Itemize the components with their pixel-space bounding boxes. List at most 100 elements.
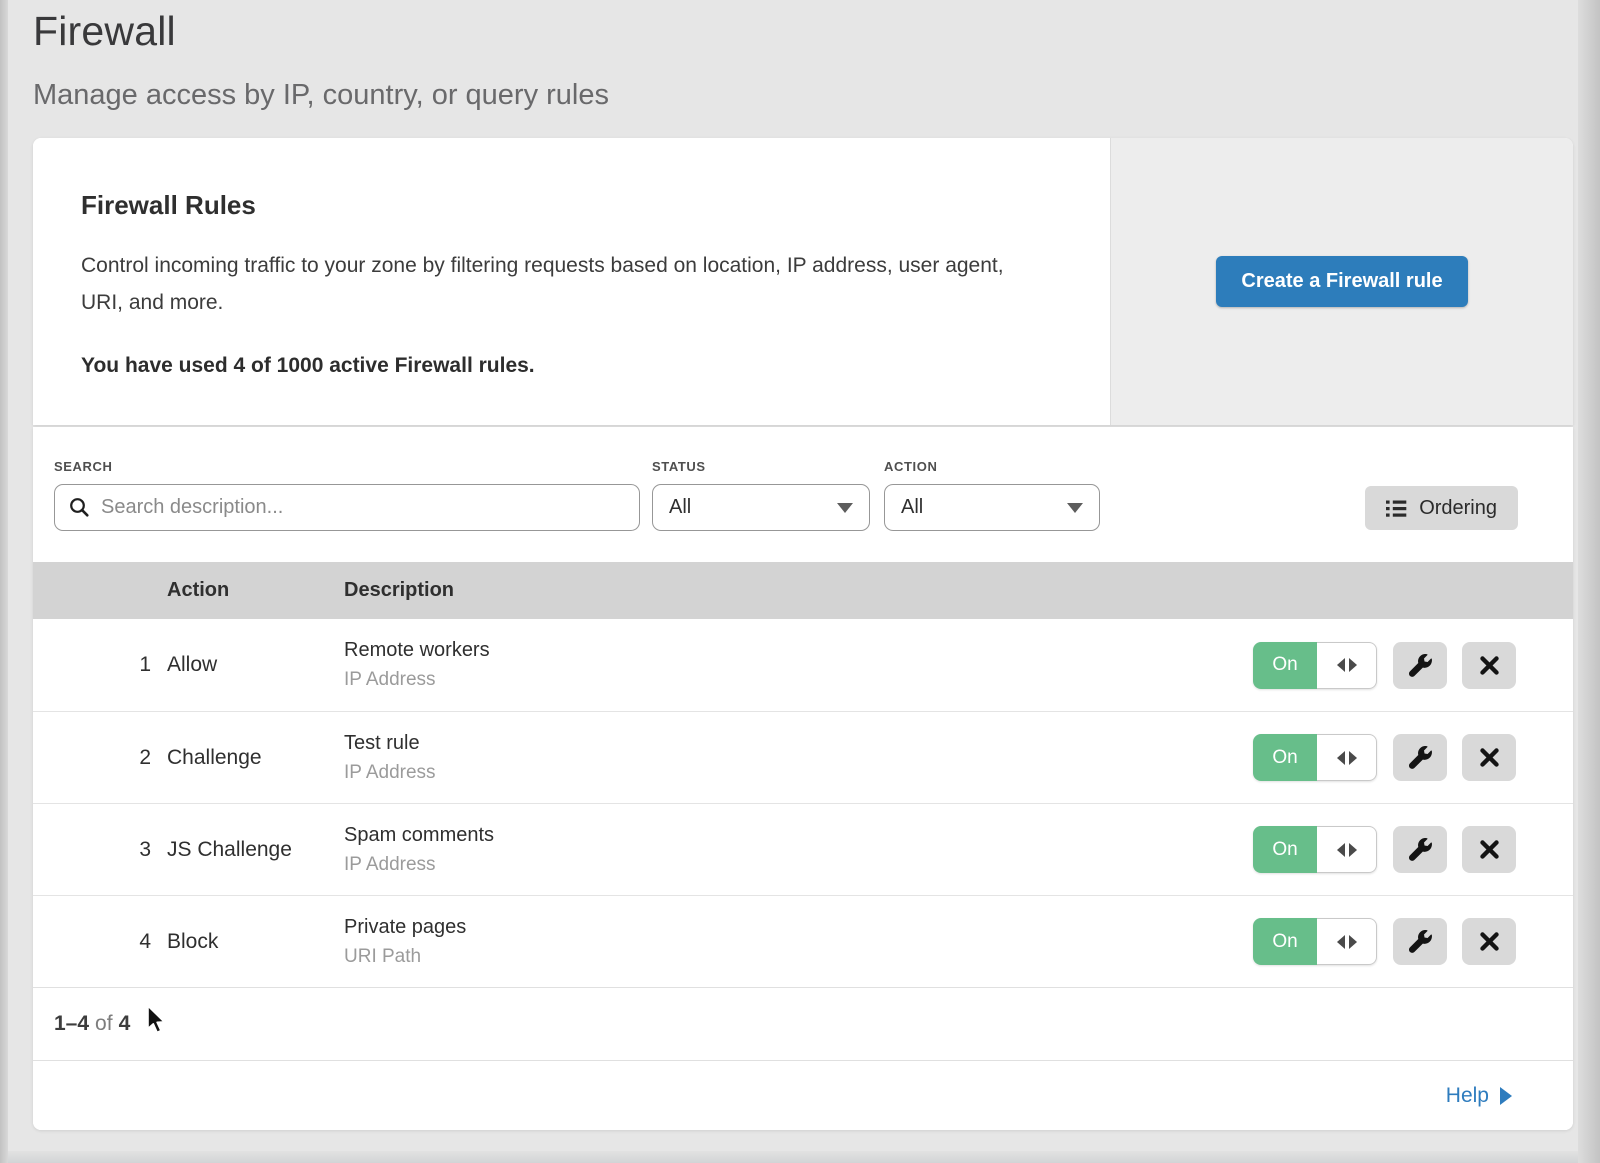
card-heading: Firewall Rules (81, 190, 1062, 221)
toggle-arrows-icon (1317, 826, 1377, 873)
rule-description: Test rule (344, 732, 1253, 755)
description-column-header: Description (344, 579, 1516, 602)
delete-rule-button[interactable] (1462, 642, 1516, 689)
action-select[interactable]: All (884, 484, 1100, 531)
arrow-right-icon (1500, 1087, 1512, 1105)
wrench-icon (1409, 838, 1432, 861)
chevron-down-icon (837, 503, 853, 513)
rule-action: Allow (167, 653, 344, 677)
usage-text: You have used 4 of 1000 active Firewall … (81, 354, 1062, 378)
toggle-on-label: On (1253, 734, 1317, 781)
rule-toggle[interactable]: On (1253, 734, 1377, 781)
toggle-on-label: On (1253, 918, 1317, 965)
rule-field: IP Address (344, 762, 1253, 784)
rule-number: 1 (33, 653, 167, 677)
window-left-edge (0, 0, 8, 1163)
table-row: 3 JS Challenge Spam comments IP Address … (33, 803, 1573, 895)
action-label: ACTION (884, 459, 1100, 474)
rule-field: IP Address (344, 854, 1253, 876)
page-title: Firewall (33, 8, 1600, 55)
delete-rule-button[interactable] (1462, 918, 1516, 965)
edit-rule-button[interactable] (1393, 642, 1447, 689)
toggle-on-label: On (1253, 826, 1317, 873)
toggle-on-label: On (1253, 642, 1317, 689)
wrench-icon (1409, 746, 1432, 769)
table-row: 2 Challenge Test rule IP Address On (33, 711, 1573, 803)
card-footer: Help (33, 1060, 1573, 1130)
close-icon (1480, 932, 1499, 951)
search-icon (69, 497, 90, 518)
rule-controls: On (1253, 734, 1573, 781)
search-input[interactable] (101, 496, 625, 519)
table-row: 1 Allow Remote workers IP Address On (33, 619, 1573, 711)
toggle-arrows-icon (1317, 642, 1377, 689)
delete-rule-button[interactable] (1462, 826, 1516, 873)
help-link[interactable]: Help (1446, 1084, 1512, 1108)
rule-action: Block (167, 930, 344, 954)
wrench-icon (1409, 654, 1432, 677)
rule-toggle[interactable]: On (1253, 826, 1377, 873)
page-header: Firewall Manage access by IP, country, o… (0, 0, 1600, 112)
rule-description: Spam comments (344, 824, 1253, 847)
rule-toggle[interactable]: On (1253, 642, 1377, 689)
create-firewall-rule-button[interactable]: Create a Firewall rule (1216, 256, 1467, 307)
edit-rule-button[interactable] (1393, 734, 1447, 781)
action-filter-group: ACTION All (870, 459, 1100, 531)
status-filter-group: STATUS All (640, 459, 870, 531)
close-icon (1480, 656, 1499, 675)
search-label: SEARCH (54, 459, 640, 474)
table-header-row: Action Description (33, 562, 1573, 619)
edit-rule-button[interactable] (1393, 918, 1447, 965)
window-bottom-edge (0, 1151, 1600, 1163)
status-select[interactable]: All (652, 484, 870, 531)
rule-action: Challenge (167, 746, 344, 770)
rule-description-cell: Remote workers IP Address (344, 639, 1253, 691)
action-select-value: All (901, 496, 923, 519)
window-right-edge (1578, 0, 1600, 1163)
rule-number: 4 (33, 930, 167, 954)
ordering-button-label: Ordering (1419, 497, 1497, 520)
page-subtitle: Manage access by IP, country, or query r… (33, 79, 1600, 112)
card-description: Control incoming traffic to your zone by… (81, 247, 1031, 321)
rule-description-cell: Spam comments IP Address (344, 824, 1253, 876)
rules-list-card: SEARCH STATUS All ACTION (33, 427, 1573, 1130)
action-column-header: Action (167, 579, 344, 602)
edit-rule-button[interactable] (1393, 826, 1447, 873)
rule-controls: On (1253, 826, 1573, 873)
ordering-button[interactable]: Ordering (1365, 486, 1518, 530)
toggle-arrows-icon (1317, 734, 1377, 781)
pagination-of: of (95, 1012, 113, 1036)
rule-number: 2 (33, 746, 167, 770)
rule-action: JS Challenge (167, 838, 344, 862)
close-icon (1480, 840, 1499, 859)
pagination-total: 4 (119, 1012, 131, 1036)
rule-number: 3 (33, 838, 167, 862)
rule-controls: On (1253, 918, 1573, 965)
table-row: 4 Block Private pages URI Path On (33, 895, 1573, 987)
status-label: STATUS (652, 459, 870, 474)
rule-description-cell: Private pages URI Path (344, 916, 1253, 968)
pagination-range: 1–4 (54, 1012, 89, 1036)
help-link-label: Help (1446, 1084, 1489, 1108)
rule-description-cell: Test rule IP Address (344, 732, 1253, 784)
rule-description: Private pages (344, 916, 1253, 939)
rule-field: URI Path (344, 946, 1253, 968)
search-filter-group: SEARCH (54, 459, 640, 531)
delete-rule-button[interactable] (1462, 734, 1516, 781)
rule-toggle[interactable]: On (1253, 918, 1377, 965)
firewall-rules-card-actions: Create a Firewall rule (1110, 138, 1573, 425)
rule-controls: On (1253, 642, 1573, 689)
rule-description: Remote workers (344, 639, 1253, 662)
filter-bar: SEARCH STATUS All ACTION (33, 427, 1573, 562)
rule-field: IP Address (344, 669, 1253, 691)
toggle-arrows-icon (1317, 918, 1377, 965)
search-input-wrap (54, 484, 640, 531)
status-select-value: All (669, 496, 691, 519)
ordered-list-icon (1386, 500, 1407, 517)
close-icon (1480, 748, 1499, 767)
wrench-icon (1409, 930, 1432, 953)
firewall-rules-card: Firewall Rules Control incoming traffic … (33, 138, 1573, 425)
firewall-page: Firewall Manage access by IP, country, o… (0, 0, 1600, 1163)
firewall-rules-card-info: Firewall Rules Control incoming traffic … (33, 138, 1110, 425)
chevron-down-icon (1067, 503, 1083, 513)
